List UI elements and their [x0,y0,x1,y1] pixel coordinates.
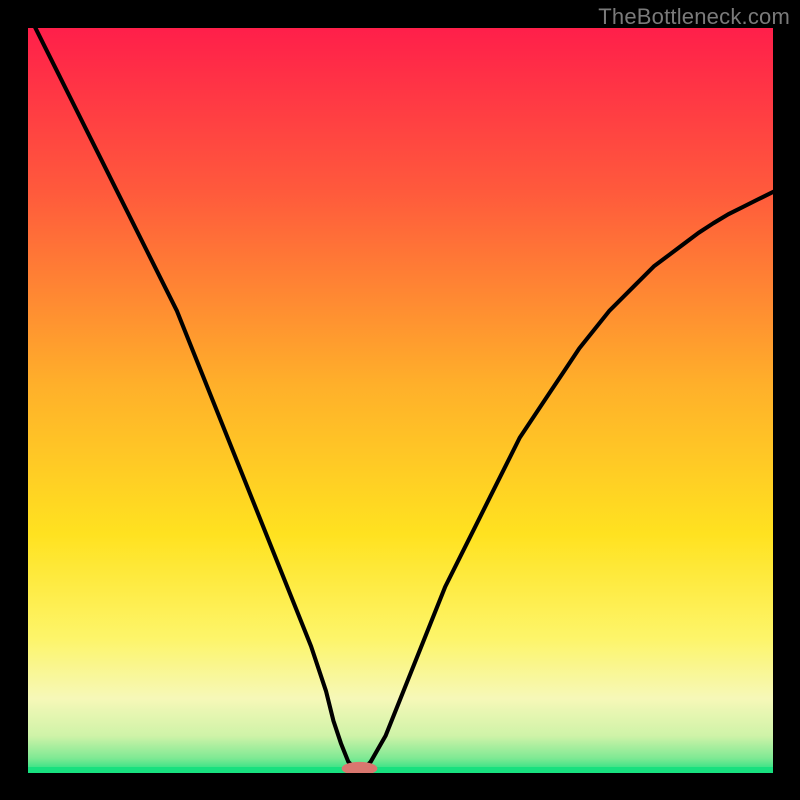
gradient-background [28,28,773,773]
watermark-text: TheBottleneck.com [598,4,790,30]
chart-plot-area [28,28,773,773]
chart-container: TheBottleneck.com [0,0,800,800]
green-accent-band [28,767,773,773]
